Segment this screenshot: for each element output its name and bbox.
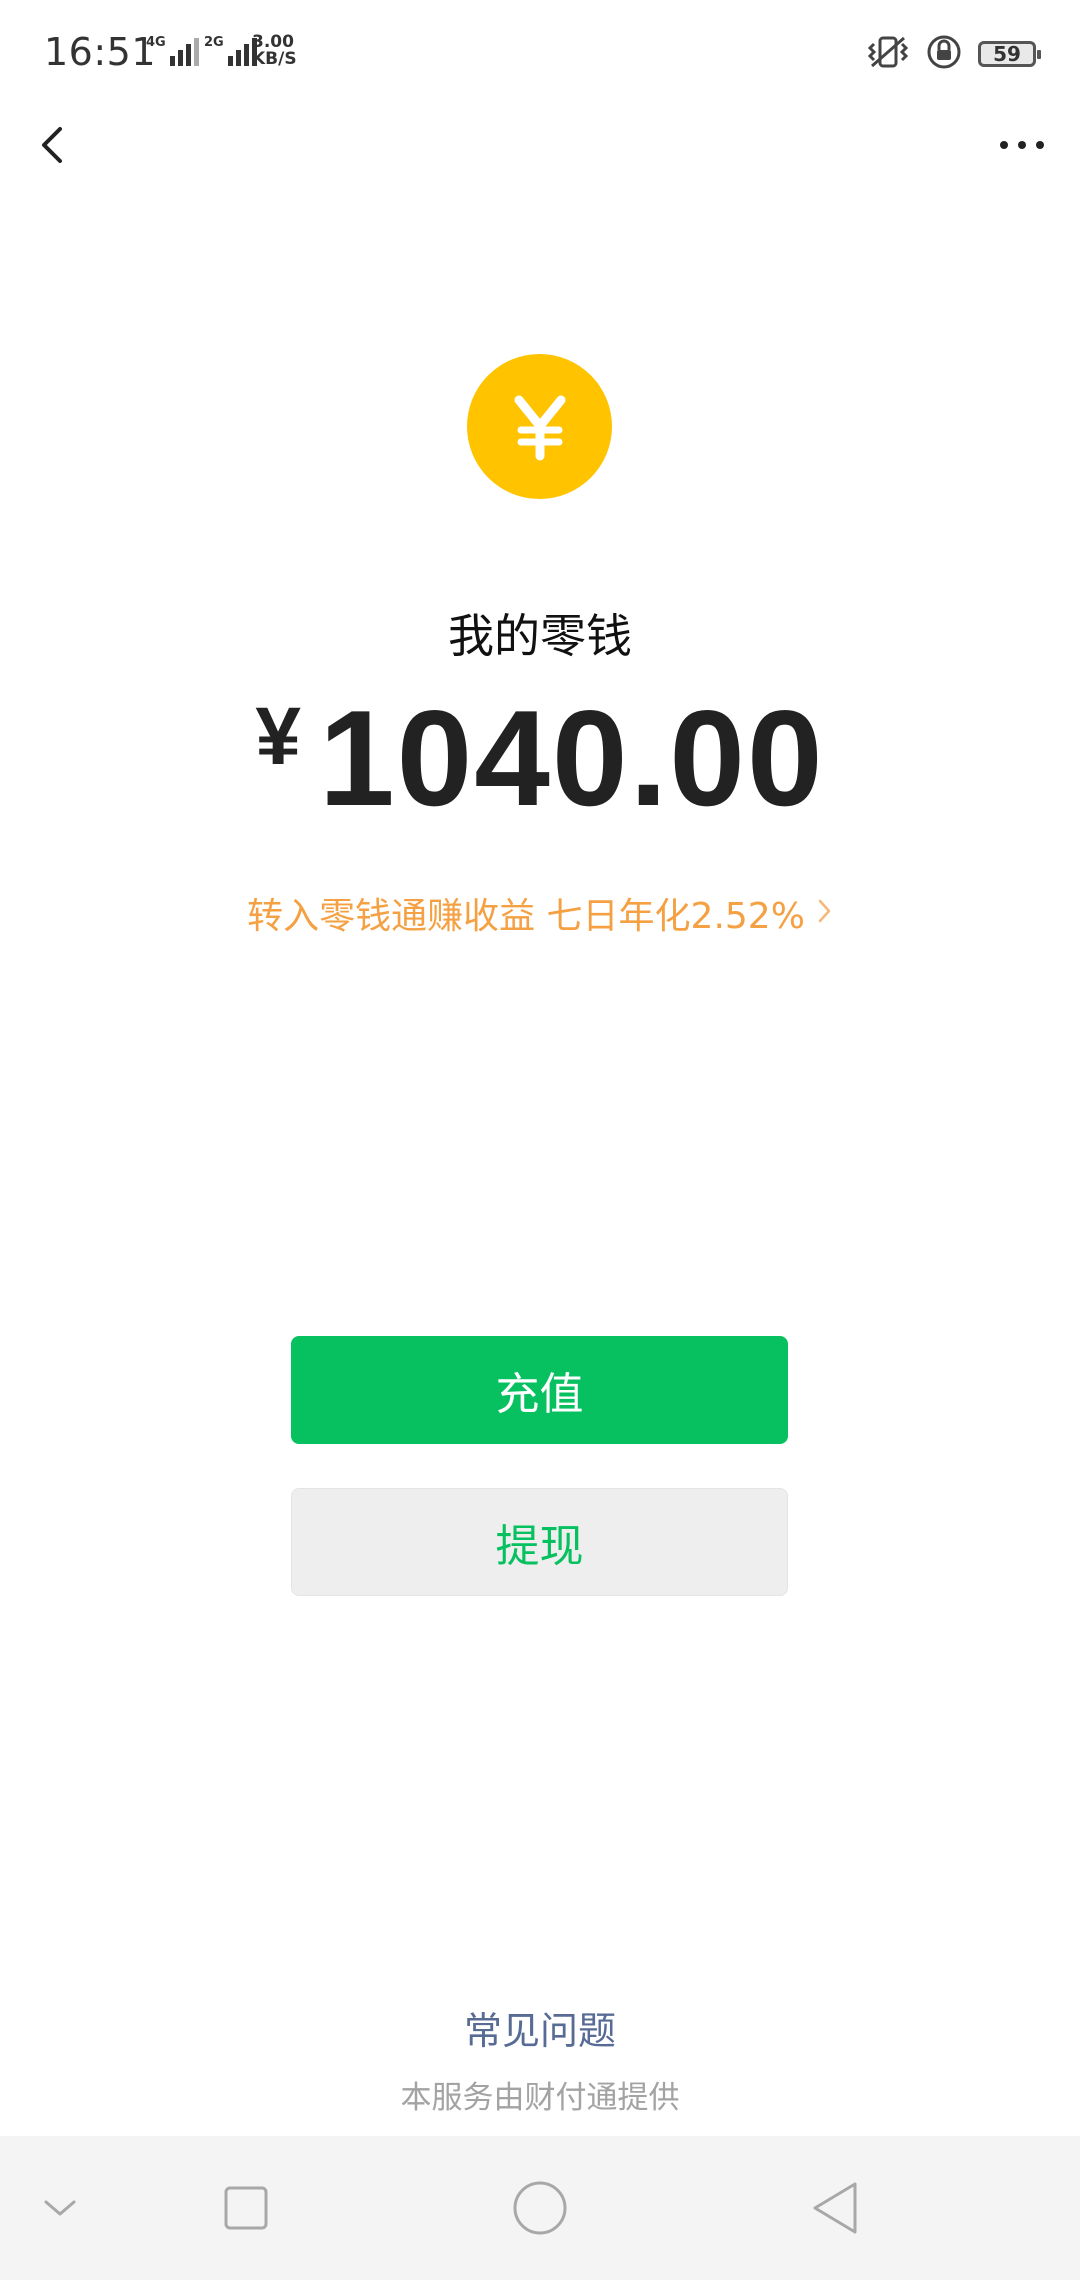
chevron-down-icon <box>44 2200 76 2216</box>
promo-link[interactable]: 转入零钱通赚收益 七日年化2.52% <box>0 887 1080 939</box>
status-bar: 16:51 4G 2G 3.00 KB/S 59 <box>0 0 1080 110</box>
currency-symbol: ¥ <box>255 691 301 782</box>
more-options-button[interactable] <box>992 125 1052 165</box>
status-icons: 59 <box>866 34 1041 74</box>
wallet-coin-icon <box>467 354 612 499</box>
status-time: 16:51 <box>44 30 157 74</box>
signal-bars-icon <box>169 36 199 66</box>
recent-apps-button[interactable] <box>216 2136 276 2280</box>
provider-text: 本服务由财付通提供 <box>400 2080 680 2116</box>
page-title: 我的零钱 <box>448 609 632 663</box>
balance-amount: ¥1040.00 <box>0 680 1080 836</box>
triangle-back-icon <box>813 2182 857 2234</box>
more-dots-icon <box>1036 141 1044 149</box>
signal-4g: 4G <box>146 36 199 66</box>
more-dots-icon <box>1018 141 1026 149</box>
recharge-button[interactable]: 充值 <box>291 1336 788 1444</box>
home-button[interactable] <box>505 2136 575 2280</box>
battery-icon: 59 <box>978 41 1041 67</box>
signal-2g: 2G <box>204 36 257 66</box>
network-label-4g: 4G <box>146 35 166 50</box>
network-label-2g: 2G <box>204 35 224 50</box>
balance-value: 1040.00 <box>319 682 825 834</box>
square-icon <box>224 2186 268 2230</box>
chevron-left-icon <box>42 127 62 163</box>
circle-icon <box>513 2181 567 2235</box>
yuan-icon <box>514 395 565 460</box>
back-button[interactable] <box>30 115 80 175</box>
vibrate-off-icon <box>866 34 910 74</box>
collapse-button[interactable] <box>30 2136 90 2280</box>
system-nav-bar <box>0 2136 1080 2280</box>
promo-text: 转入零钱通赚收益 七日年化2.52% <box>247 896 805 937</box>
chevron-right-icon <box>817 893 833 934</box>
faq-link[interactable]: 常见问题 <box>0 2000 1080 2055</box>
system-back-button[interactable] <box>800 2136 870 2280</box>
speed-unit: KB/S <box>252 49 297 69</box>
rotation-lock-icon <box>926 34 962 74</box>
withdraw-button[interactable]: 提现 <box>291 1488 788 1596</box>
more-dots-icon <box>1000 141 1008 149</box>
network-speed: 3.00 KB/S <box>252 34 297 68</box>
